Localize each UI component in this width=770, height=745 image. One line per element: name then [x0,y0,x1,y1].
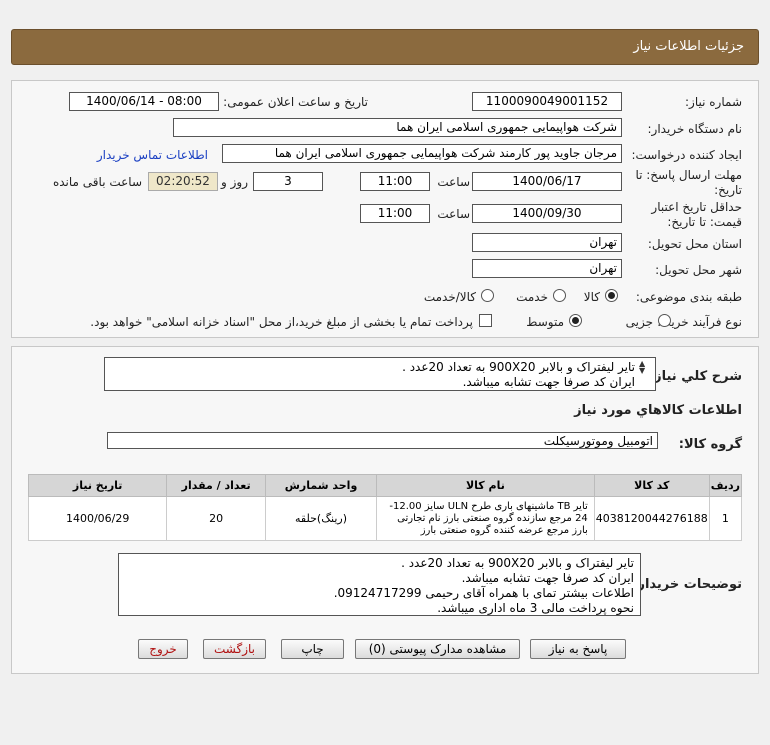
print-button[interactable]: چاپ [281,639,344,659]
goods-section-title: اطلاعات کالاهاي مورد نياز [574,403,742,418]
category-radio-both[interactable] [481,289,494,302]
requester-label: ایجاد کننده درخواست: [631,148,742,162]
buyer-notes-line-2: ایران کد صرفا جهت تشابه میباشد. [461,571,634,585]
buyer-notes-line-4: نحوه پرداخت مالی 3 ماه اداری میباشد. [437,601,634,615]
cell-qty: 20 [166,496,266,541]
category-radio-service[interactable] [553,289,566,302]
page-header: جزئیات اطلاعات نیاز [11,29,759,65]
summary-label: شرح کلي نياز: [648,369,742,384]
requester-field[interactable]: مرجان جاوید پور کارمند شرکت هواپیمایی جم… [222,144,622,163]
validity-date-field[interactable]: 1400/09/30 [472,204,622,223]
category-option-service: خدمت [516,290,548,304]
category-label: طبقه بندی موضوعی: [635,290,742,304]
days-label: روز و [221,175,248,189]
cell-unit: (رینگ)حلقه [264,496,378,541]
page-title: جزئیات اطلاعات نیاز [633,39,744,54]
summary-textarea[interactable]: تایر لیفتراک و بالابر 900X20 به تعداد 20… [104,357,656,391]
reply-button[interactable]: پاسخ به نیاز [530,639,626,659]
validity-time-label: ساعت [437,207,470,221]
deadline-time-field[interactable]: 11:00 [360,172,430,191]
deadline-time-label: ساعت [437,175,470,189]
deadline-label: مهلت ارسال پاسخ: تا [635,168,742,182]
scroll-arrows-icon[interactable]: ▲ ▼ [639,360,645,375]
buyer-notes-textarea[interactable]: تایر لیفتراک و بالابر 900X20 به تعداد 20… [118,553,641,616]
announce-field[interactable]: 1400/06/14 - 08:00 [69,92,219,111]
treasury-checkbox[interactable] [479,314,492,327]
buyer-notes-line-3: اطلاعات بیشتر تمای با همراه آقای رحیمی 0… [333,586,634,600]
back-button[interactable]: بازگشت [203,639,266,659]
validity-time-field[interactable]: 11:00 [360,204,430,223]
table-row: 1 4038120044276188 تایر TB ماشینهای باری… [27,496,743,541]
deadline-label-2: تاریخ: [714,183,742,197]
process-option-minor: جزیی [625,315,653,329]
process-option-medium: متوسط [526,315,564,329]
payment-note: پرداخت تمام یا بخشی از مبلغ خرید،از محل … [90,315,473,329]
buyer-notes-label: توضیحات خریدار: [632,577,742,592]
col-unit: واحد شمارش [264,474,378,497]
buyer-contact-link[interactable]: اطلاعات تماس خریدار [97,148,208,162]
buyer-notes-line-1: تایر لیفتراک و بالابر 900X20 به تعداد 20… [401,556,634,570]
col-qty: تعداد / مقدار [166,474,266,497]
deadline-date-field[interactable]: 1400/06/17 [472,172,622,191]
cell-code: 4038120044276188 [593,496,710,541]
validity-label: حداقل تاریخ اعتبار [651,200,742,214]
cell-date: 1400/06/29 [27,496,168,541]
summary-line-1: تایر لیفتراک و بالابر 900X20 به تعداد 20… [402,360,635,374]
col-row: ردیف [708,474,743,497]
category-radio-goods[interactable] [605,289,618,302]
city-field[interactable]: تهران [472,259,622,278]
exit-button[interactable]: خروج [138,639,188,659]
need-number-label: شماره نیاز: [685,95,742,109]
remaining-time: 02:20:52 [148,172,218,191]
validity-label-2: قیمت: تا تاریخ: [667,215,742,229]
buyer-org-label: نام دستگاه خریدار: [647,122,743,136]
need-number-field[interactable]: 1100090049001152 [472,92,622,111]
col-code: کد کالا [593,474,710,497]
col-name: نام کالا [376,474,595,497]
remaining-label: ساعت باقی مانده [52,175,142,189]
buyer-org-field[interactable]: شرکت هواپیمایی جمهوری اسلامی ایران هما [173,118,622,137]
col-date: تاریخ نیاز [27,474,168,497]
category-option-both: کالا/خدمت [423,290,476,304]
province-field[interactable]: تهران [472,233,622,252]
days-field[interactable]: 3 [253,172,323,191]
process-radio-minor[interactable] [658,314,671,327]
summary-line-2: ایران کد صرفا جهت تشابه میباشد. [462,375,635,389]
category-option-goods: کالا [583,290,600,304]
process-radio-medium[interactable] [569,314,582,327]
cell-name: تایر TB ماشینهای باری طرح ULN سایز 12.00… [376,496,595,541]
cell-row: 1 [708,496,743,541]
goods-group-field[interactable]: اتومبیل وموتورسیکلت [107,432,658,449]
province-label: استان محل تحویل: [647,237,742,251]
view-attachments-button[interactable]: مشاهده مدارک پیوستی (0) [355,639,520,659]
goods-group-label: گروه کالا: [678,437,742,452]
announce-label: تاریخ و ساعت اعلان عمومی: [223,95,368,109]
items-table: ردیف کد کالا نام کالا واحد شمارش تعداد /… [27,474,743,541]
city-label: شهر محل تحویل: [655,263,742,277]
